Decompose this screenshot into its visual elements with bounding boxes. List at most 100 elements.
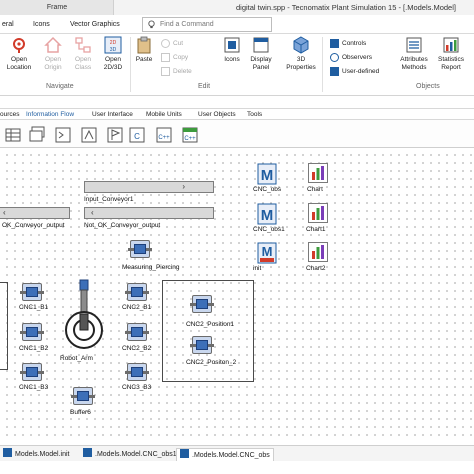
delete-button[interactable]: Delete (161, 67, 192, 76)
table-icon[interactable] (4, 126, 22, 144)
tab-models-model-cnc-obs[interactable]: .Models.Model.CNC_obs (176, 448, 274, 461)
tab-user-interface[interactable]: User Interface (92, 109, 133, 120)
init-method-icon[interactable]: M (257, 242, 277, 264)
display-panel-button[interactable]: Display Panel (246, 36, 276, 71)
frame-context-tab[interactable]: Frame (0, 0, 114, 15)
navigate-group-label: Navigate (46, 83, 74, 90)
3d-properties-button[interactable]: 3D Properties (282, 36, 320, 71)
tab-icons[interactable]: Icons (33, 15, 50, 34)
paste-button[interactable]: Paste (132, 36, 156, 64)
not-ok-conveyor-label: Not_OK_Conveyor_output (84, 222, 161, 229)
controls-label: Controls (342, 40, 367, 48)
open-class-button[interactable]: Open Class (68, 36, 98, 71)
attributes-methods-label: Attributes Methods (400, 56, 428, 71)
lightbulb-icon (148, 20, 155, 29)
cnc1-b3-station[interactable] (20, 363, 44, 381)
method-m-icon (330, 39, 339, 48)
user-defined-button[interactable]: User-defined (330, 67, 379, 76)
cnc3-b3-station[interactable] (125, 363, 149, 381)
method-c-icon[interactable]: C (128, 126, 146, 144)
open-origin-button[interactable]: Open Origin (38, 36, 68, 71)
cnc-obs-label: CNC_obs (253, 186, 282, 193)
method-cpp-icon[interactable]: C++ (155, 126, 173, 144)
buffer6-station[interactable] (71, 387, 95, 405)
chart-object-icon[interactable] (308, 163, 328, 183)
icons-button[interactable]: Icons (219, 36, 245, 64)
conveyor-direction-icon: › (182, 182, 185, 191)
method-m-icon: M (257, 203, 277, 225)
ribbon-separator (130, 37, 131, 92)
model-canvas[interactable]: › Input_Conveyor1 ‹ OK_Conveyor_output ‹… (0, 149, 474, 442)
svg-text:C++: C++ (184, 136, 196, 142)
open-2d3d-button[interactable]: 2D 3D Open 2D/3D (98, 36, 128, 71)
class-tree-icon (75, 37, 91, 53)
not-ok-conveyor[interactable]: ‹ (84, 207, 214, 219)
icons-icon (224, 37, 240, 53)
robot-arm[interactable] (60, 278, 108, 350)
tab-vector-graphics[interactable]: Vector Graphics (70, 15, 120, 34)
method-icon[interactable] (54, 126, 72, 144)
ok-conveyor[interactable]: ‹ (0, 207, 70, 219)
chart1-object-icon[interactable] (308, 203, 328, 223)
tab-general[interactable]: eral (2, 15, 14, 34)
ribbon: Open Location Open Origin Open Class 2D … (0, 34, 474, 96)
copy-button[interactable]: Copy (161, 53, 188, 62)
cnc2-b2-station[interactable] (125, 323, 149, 341)
user-defined-label: User-defined (342, 68, 380, 76)
2d3d-icon: 2D 3D (104, 36, 122, 54)
cnc1-b2-station[interactable] (20, 323, 44, 341)
observers-button[interactable]: Observers (330, 53, 372, 62)
find-command-input[interactable]: Find a Command (142, 17, 272, 32)
measuring-piercing-station[interactable] (128, 240, 152, 258)
tab-resources[interactable]: ources (0, 109, 20, 120)
open-class-label: Open Class (74, 56, 92, 71)
ok-conveyor-label: OK_Conveyor_output (2, 222, 65, 229)
edit-group-label: Edit (198, 83, 211, 90)
html-cpp-icon[interactable]: C++ (181, 126, 199, 144)
tables-icon[interactable] (28, 126, 46, 144)
conveyor-direction-icon: ‹ (91, 208, 94, 217)
cnc-obs-method-icon[interactable]: M (257, 163, 277, 185)
cnc1-b1-label: CNC1_B1 (19, 304, 49, 311)
open-location-icon (13, 38, 25, 53)
window-title: digital twin.spp - Tecnomatix Plant Simu… (236, 3, 456, 12)
flag-icon[interactable] (106, 126, 124, 144)
buffer6-label: Buffer6 (70, 409, 91, 416)
cnc2-b2-label: CNC2_B2 (122, 345, 152, 352)
cnc1-frame (0, 282, 8, 370)
cnc-obs1-method-icon[interactable]: M (257, 203, 277, 225)
svg-text:M: M (262, 244, 273, 259)
tab-tools[interactable]: Tools (247, 109, 262, 120)
cnc2-b1-label: CNC2_B1 (122, 304, 152, 311)
open-2d3d-label: Open 2D/3D (103, 56, 123, 71)
cnc1-b3-label: CNC1_B3 (19, 384, 49, 391)
scissors-icon (161, 39, 170, 48)
method-m-icon (180, 449, 189, 458)
cnc2-b1-station[interactable] (125, 283, 149, 301)
cnc1-b2-label: CNC1_B2 (19, 345, 49, 352)
tab-models-model-cnc-obs1[interactable]: .Models.Model.CNC_obs1 (80, 448, 180, 461)
attributes-methods-button[interactable]: Attributes Methods (395, 36, 433, 71)
generator-icon[interactable] (80, 126, 98, 144)
statistics-report-label: Statistics Report (437, 56, 464, 71)
cut-button[interactable]: Cut (161, 39, 183, 48)
observers-icon (330, 53, 339, 62)
find-command-placeholder: Find a Command (160, 21, 214, 28)
tab-models-model-init[interactable]: Models.Model.init (0, 448, 72, 461)
cnc1-b1-station[interactable] (20, 283, 44, 301)
cut-label: Cut (173, 40, 184, 48)
statistics-report-button[interactable]: Statistics Report (433, 36, 469, 71)
input-conveyor[interactable]: › (84, 181, 214, 193)
paste-label: Paste (135, 56, 153, 63)
chart2-label: Chart2 (306, 265, 326, 272)
cnc2-position2-station[interactable] (190, 336, 214, 354)
chart2-object-icon[interactable] (308, 242, 328, 262)
controls-button[interactable]: Controls (330, 39, 366, 48)
open-location-button[interactable]: Open Location (2, 36, 36, 71)
3d-cube-icon (293, 36, 309, 54)
attributes-icon (406, 37, 422, 53)
svg-text:2D: 2D (110, 40, 117, 46)
cnc2-position1-station[interactable] (190, 295, 214, 313)
tab-mobile-units[interactable]: Mobile Units (146, 109, 182, 120)
tab-user-objects[interactable]: User Objects (198, 109, 236, 120)
